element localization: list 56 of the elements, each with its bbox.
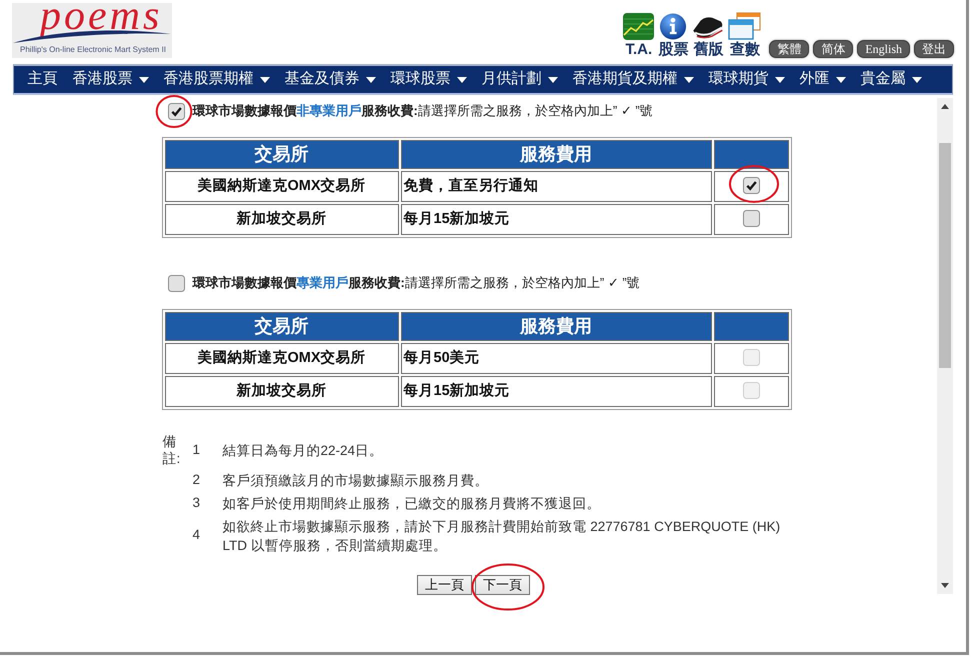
checkbox[interactable] [168, 102, 184, 120]
note-number: 2 [192, 471, 202, 489]
sneaker-icon[interactable] [692, 16, 724, 40]
column-header: 交易所 [164, 140, 398, 169]
table-cell: 美國納斯達克OMX交易所 [164, 343, 398, 374]
logo-tagline: Phillip's On-line Electronic Mart System II [20, 45, 166, 55]
shortcut-link[interactable]: T.A. [623, 13, 654, 58]
table-cell: 每月50美元 [400, 343, 712, 374]
note-text: 如客戶於使用期間終止服務，已繳交的服務月費將不獲退回。 [222, 494, 602, 513]
nav-menu-item[interactable]: 環球期貨 [701, 68, 792, 91]
column-header: 服務費用 [400, 140, 712, 169]
note-number: 1 [192, 440, 202, 459]
table-cell: 新加坡交易所 [164, 376, 398, 407]
chart-icon[interactable] [623, 13, 654, 40]
scrollbar[interactable] [937, 98, 953, 594]
header-button[interactable]: 繁體 [769, 40, 810, 58]
windows-icon[interactable] [728, 12, 762, 40]
caret-down-icon[interactable] [941, 583, 949, 588]
note-text: 客戶須預繳該月的市場數據顯示服務月費。 [222, 472, 490, 490]
nav-menu-item[interactable]: 香港股票 [65, 68, 156, 91]
info-icon[interactable] [658, 13, 688, 40]
page-button[interactable]: 下一頁 [475, 574, 530, 594]
checkbox[interactable] [742, 210, 760, 228]
note-text: 如欲終止市場數據顯示服務，請於下月服務計費開始前致電 22776781 CYBERQUOTE (HK) LTD 以暫停服務，否則當續期處理。 [222, 518, 782, 554]
caret-up-icon[interactable] [941, 104, 949, 109]
nav-menu-item[interactable]: 基金及債券 [277, 68, 383, 91]
table-cell: 美國納斯達克OMX交易所 [164, 171, 398, 202]
checkbox[interactable] [742, 177, 760, 194]
nav-menu-item[interactable]: 主頁 [20, 68, 65, 91]
table-cell: 免費，直至另行通知 [400, 171, 712, 202]
table-cell: 新加坡交易所 [164, 204, 398, 235]
shortcut-link[interactable]: 舊版 [692, 16, 724, 58]
page-button[interactable]: 上一頁 [417, 574, 472, 594]
header-button[interactable]: 登出 [914, 40, 954, 58]
header-button[interactable]: 简体 [813, 40, 854, 58]
column-header: 交易所 [164, 312, 398, 341]
table-cell: 每月15新加坡元 [400, 204, 712, 235]
nav-menu-item[interactable]: 香港期貨及期權 [565, 68, 701, 91]
note-number: 3 [192, 494, 202, 512]
nav-menu-item[interactable]: 香港股票期權 [156, 68, 277, 91]
section-heading: 環球市場數據報價非專業用戶服務收費:請選擇所需之服務，於空格內加上” ✓ ”號 [192, 102, 653, 120]
table-cell: 每月15新加坡元 [400, 376, 712, 407]
section-heading: 環球市場數據報價專業用戶服務收費:請選擇所需之服務，於空格內加上” ✓ ”號 [192, 274, 640, 292]
column-header: 服務費用 [400, 312, 712, 341]
note-number: 4 [192, 526, 202, 544]
scroll-thumb[interactable] [939, 143, 951, 368]
note-text: 結算日為每月的22-24日。 [222, 442, 384, 460]
checkbox[interactable] [168, 274, 184, 292]
shortcut-link[interactable]: 查數 [728, 12, 762, 58]
nav-menu-item[interactable]: 貴金屬 [853, 68, 929, 91]
notes-label: 備註: [162, 433, 182, 467]
shortcut-link[interactable]: 股票 [658, 13, 688, 58]
nav-menu-item[interactable]: 月供計劃 [474, 68, 565, 91]
nav-menu-item[interactable]: 外匯 [792, 68, 853, 91]
nav-menu-item[interactable]: 環球股票 [383, 68, 474, 91]
header-button[interactable]: English [857, 40, 910, 58]
